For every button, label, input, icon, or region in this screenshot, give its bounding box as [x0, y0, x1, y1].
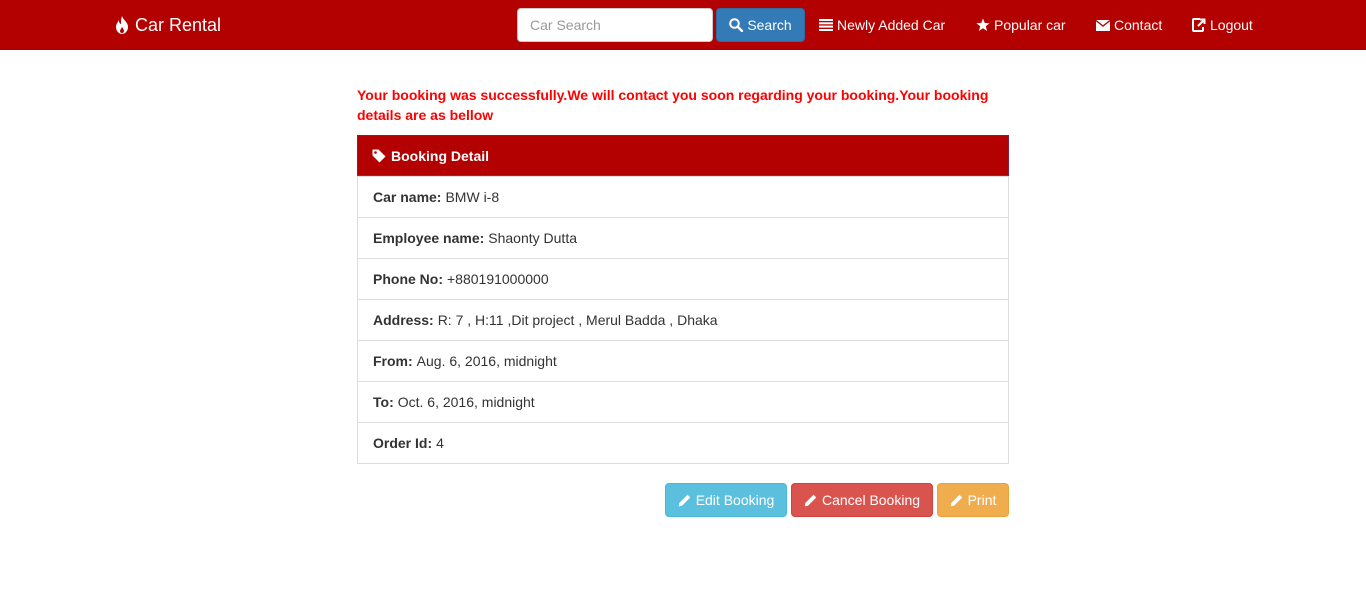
detail-value: BMW i-8: [445, 189, 500, 205]
pencil-icon: [678, 494, 690, 506]
car-search-input[interactable]: [517, 8, 713, 42]
booking-detail-panel: Booking Detail Car name: BMW i-8 Employe…: [357, 135, 1009, 464]
star-icon: [976, 18, 990, 32]
envelope-icon: [1096, 19, 1110, 31]
detail-label: Car name:: [373, 189, 442, 205]
detail-value: 4: [436, 435, 444, 451]
detail-row-car-name: Car name: BMW i-8: [358, 176, 1008, 217]
nav-popular-car-label: Popular car: [994, 17, 1066, 33]
panel-title: Booking Detail: [391, 147, 490, 164]
pencil-icon: [950, 494, 962, 506]
detail-value: Shaonty Dutta: [488, 230, 577, 246]
nav-logout[interactable]: Logout: [1192, 0, 1253, 50]
panel-heading: Booking Detail: [357, 135, 1009, 176]
list-icon: [819, 19, 833, 31]
detail-row-to: To: Oct. 6, 2016, midnight: [358, 381, 1008, 422]
print-button[interactable]: Print: [937, 483, 1009, 517]
detail-value: Oct. 6, 2016, midnight: [397, 394, 535, 410]
pencil-icon: [804, 494, 817, 506]
detail-value: Aug. 6, 2016, midnight: [416, 353, 557, 369]
brand-link[interactable]: Car Rental: [114, 0, 221, 50]
search-button[interactable]: Search: [716, 8, 805, 42]
detail-label: Order Id:: [373, 435, 433, 451]
main-content: Your booking was successfully.We will co…: [357, 85, 1009, 464]
detail-row-order-id: Order Id: 4: [358, 422, 1008, 463]
detail-row-phone: Phone No: +880191000000: [358, 258, 1008, 299]
nav-newly-added-car[interactable]: Newly Added Car: [819, 0, 945, 50]
nav-logout-label: Logout: [1210, 17, 1253, 33]
detail-label: Address:: [373, 312, 434, 328]
search-button-label: Search: [747, 17, 792, 33]
nav-contact-label: Contact: [1114, 17, 1163, 33]
detail-value: R: 7 , H:11 ,Dit project , Merul Badda ,…: [437, 312, 718, 328]
print-label: Print: [967, 492, 997, 508]
detail-label: Employee name:: [373, 230, 485, 246]
brand-label: Car Rental: [135, 14, 222, 35]
detail-value: +880191000000: [447, 271, 549, 287]
detail-row-address: Address: R: 7 , H:11 ,Dit project , Meru…: [358, 299, 1008, 340]
search-icon: [729, 18, 744, 32]
nav-contact[interactable]: Contact: [1096, 0, 1162, 50]
cancel-booking-label: Cancel Booking: [821, 492, 921, 508]
detail-label: To:: [373, 394, 394, 410]
detail-row-employee-name: Employee name: Shaonty Dutta: [358, 217, 1008, 258]
logout-icon: [1192, 18, 1206, 32]
nav-newly-added-car-label: Newly Added Car: [837, 17, 946, 33]
nav-popular-car[interactable]: Popular car: [976, 0, 1066, 50]
detail-label: Phone No:: [373, 271, 443, 287]
detail-row-from: From: Aug. 6, 2016, midnight: [358, 340, 1008, 381]
fire-icon: [116, 16, 128, 34]
detail-label: From:: [373, 353, 413, 369]
edit-booking-button[interactable]: Edit Booking: [665, 483, 787, 517]
top-navbar: Car Rental Search Newly Added Car Popula…: [0, 0, 1366, 50]
edit-booking-label: Edit Booking: [695, 492, 775, 508]
success-message: Your booking was successfully.We will co…: [357, 87, 989, 123]
tag-icon: [372, 149, 386, 162]
cancel-booking-button[interactable]: Cancel Booking: [791, 483, 933, 517]
